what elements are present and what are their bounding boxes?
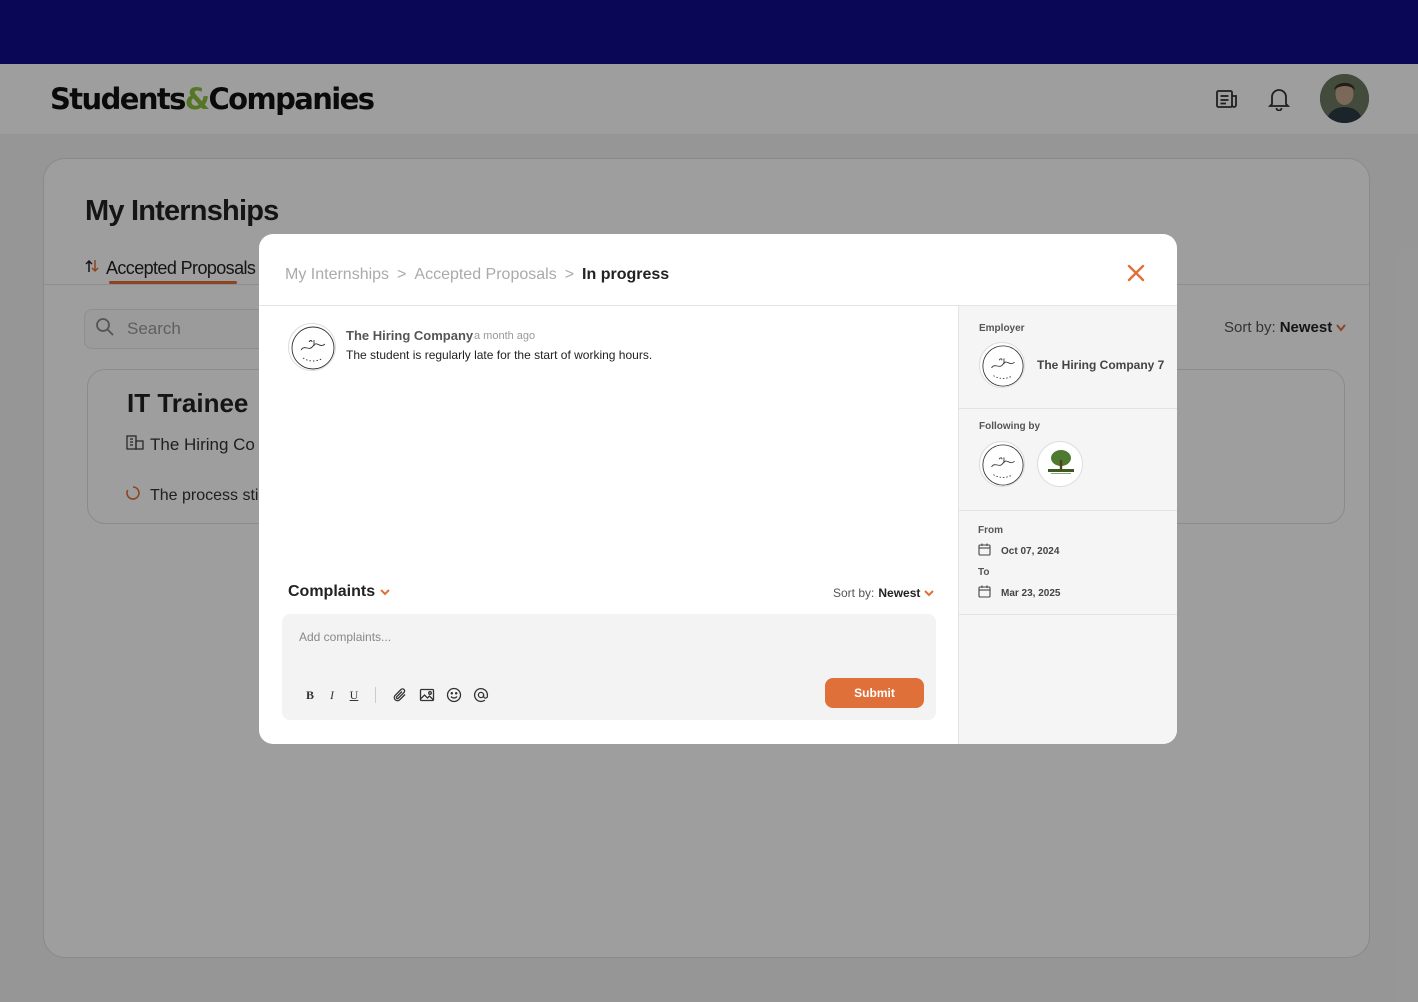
breadcrumb: My Internships > Accepted Proposals > In… [285, 266, 669, 284]
employer-logo [979, 342, 1025, 388]
follower-company-logo [979, 441, 1025, 487]
breadcrumb-separator: > [397, 266, 407, 283]
from-label: From [978, 525, 1003, 536]
bold-button[interactable]: B [299, 686, 321, 704]
chevron-down-icon [380, 583, 390, 601]
details-sidebar: Employer The Hiring Company 7 Following … [958, 306, 1177, 744]
internship-detail-modal: My Internships > Accepted Proposals > In… [259, 234, 1177, 744]
top-bar [0, 0, 1418, 64]
dates-section: From Oct 07, 2024 To Mar 23, 2025 [959, 511, 1177, 615]
toolbar-divider [375, 687, 376, 703]
complaints-title: Complaints [288, 583, 376, 600]
complaint-editor: B I U Submit [282, 614, 936, 720]
from-date: Oct 07, 2024 [1001, 545, 1060, 557]
to-label: To [978, 567, 990, 578]
from-date-row: Oct 07, 2024 [978, 543, 1059, 559]
editor-toolbar: B I U [299, 686, 492, 704]
close-icon[interactable] [1125, 262, 1147, 284]
comment-author: The Hiring Company [346, 328, 474, 343]
underline-button[interactable]: U [343, 686, 365, 704]
following-section: Following by [959, 409, 1177, 511]
mention-icon[interactable] [470, 686, 492, 704]
italic-button[interactable]: I [321, 686, 343, 704]
complaint-input[interactable] [299, 630, 899, 644]
complaints-sort-label: Sort by: [833, 586, 875, 600]
chevron-down-icon [924, 586, 935, 600]
attachment-icon[interactable] [389, 686, 411, 704]
comment-time: a month ago [474, 330, 536, 342]
image-icon[interactable] [416, 686, 438, 704]
employer-label: Employer [979, 323, 1025, 334]
complaints-dropdown[interactable]: Complaints [288, 583, 390, 601]
breadcrumb-accepted-proposals[interactable]: Accepted Proposals [414, 266, 556, 284]
complaints-sort-dropdown[interactable]: Sort by: Newest [833, 586, 935, 600]
emoji-icon[interactable] [443, 686, 465, 704]
following-label: Following by [979, 421, 1041, 432]
breadcrumb-my-internships[interactable]: My Internships [285, 266, 389, 284]
to-date-row: Mar 23, 2025 [978, 585, 1061, 601]
submit-button[interactable]: Submit [825, 678, 924, 708]
breadcrumb-current: In progress [582, 266, 670, 283]
employer-section: Employer The Hiring Company 7 [959, 306, 1177, 409]
breadcrumb-separator: > [564, 266, 575, 283]
follower-university-logo [1037, 441, 1083, 487]
employer-name: The Hiring Company 7 [1037, 358, 1165, 372]
comment-text: The student is regularly late for the st… [346, 348, 653, 362]
calendar-icon [978, 543, 991, 559]
complaints-sort-value: Newest [878, 586, 921, 600]
company-logo-avatar [288, 323, 336, 371]
to-date: Mar 23, 2025 [1001, 587, 1061, 599]
calendar-icon [978, 585, 991, 601]
